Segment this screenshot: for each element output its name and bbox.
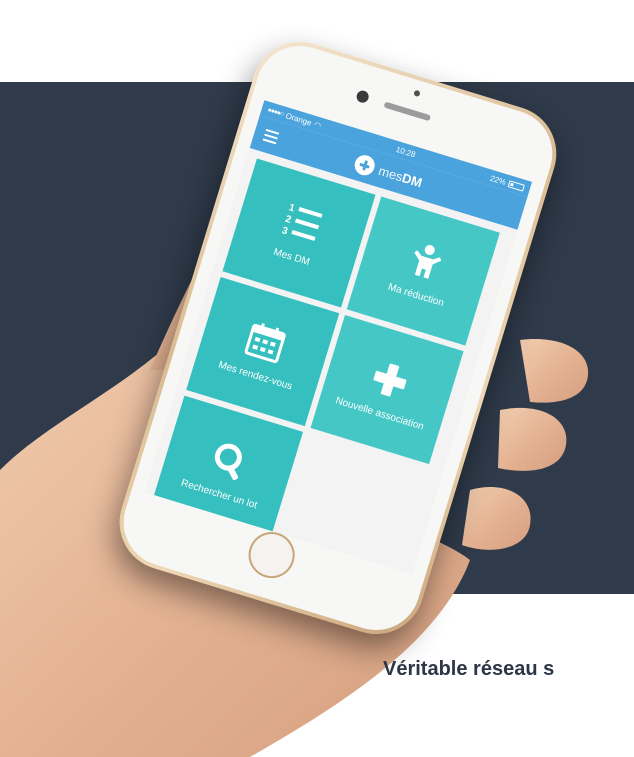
logo-cross-icon — [352, 152, 378, 178]
tile-label: Mes rendez-vous — [217, 359, 294, 392]
svg-text:2: 2 — [284, 213, 293, 225]
svg-text:3: 3 — [281, 225, 290, 237]
proximity-sensor — [413, 89, 421, 98]
tile-label: Rechercher un lot — [179, 477, 259, 511]
plus-icon — [373, 363, 407, 397]
tile-label: Nouvelle association — [334, 394, 426, 433]
child-figure-icon — [414, 244, 442, 279]
signal-icon: ●●●●○ — [266, 106, 285, 118]
wifi-icon: ◠ — [313, 119, 323, 131]
search-icon — [215, 443, 243, 480]
battery-fill — [510, 182, 515, 187]
battery-percent: 22% — [489, 173, 508, 187]
finger-shape — [462, 487, 531, 550]
hamburger-menu-icon[interactable] — [262, 128, 280, 145]
front-camera — [355, 89, 371, 105]
svg-text:1: 1 — [288, 202, 297, 214]
finger-shape — [498, 407, 567, 471]
tagline-text: Véritable réseau s — [383, 658, 555, 680]
tile-label: Ma réduction — [386, 281, 446, 309]
battery-icon — [507, 179, 526, 192]
finger-shape — [520, 339, 589, 403]
tile-label: Mes DM — [272, 246, 312, 268]
app-name: mesDM — [377, 162, 424, 189]
earpiece-speaker — [383, 101, 432, 122]
numbered-list-icon: 1 2 3 — [281, 202, 323, 241]
app-name-prefix: mes — [376, 162, 405, 185]
calendar-icon — [244, 322, 286, 363]
